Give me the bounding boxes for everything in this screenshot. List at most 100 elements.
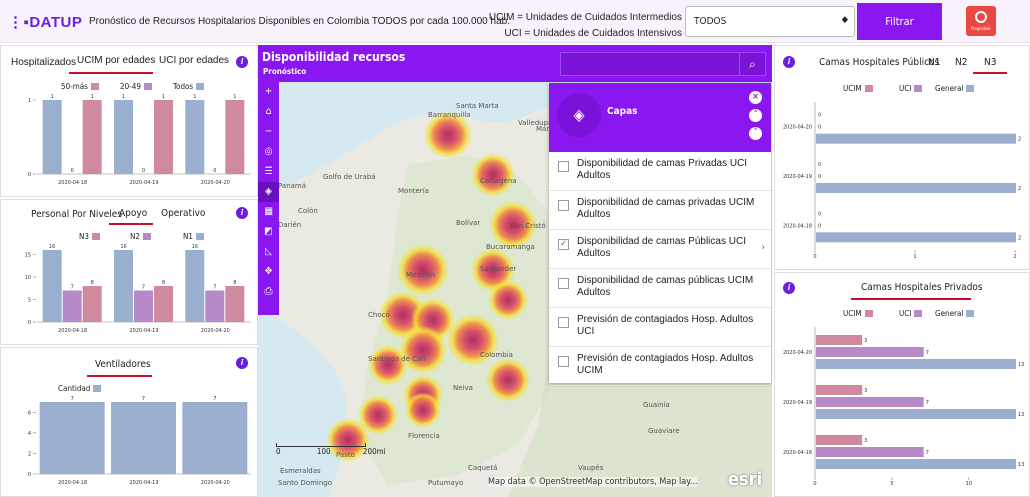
info-icon[interactable]: i [236, 56, 248, 68]
layer-checkbox[interactable] [558, 278, 569, 289]
y-tick-label: 0 [28, 472, 31, 478]
bar [42, 250, 62, 322]
map-place-label: Guaviare [648, 427, 680, 435]
data-label: 7 [71, 396, 74, 402]
layer-item[interactable]: Previsión de contagiados Hosp. Adultos U… [549, 308, 771, 347]
layer-label: Previsión de contagiados Hosp. Adultos U… [577, 353, 754, 376]
x-tick-label: 1 [913, 254, 916, 260]
tab-n3[interactable]: N3 [984, 57, 996, 68]
data-label: 8 [162, 280, 165, 286]
region-select[interactable]: TODOS ◆ [685, 6, 855, 37]
y-tick-label: 2020-04-19 [783, 174, 812, 180]
bar [816, 359, 1016, 369]
data-label: 8 [233, 280, 236, 286]
layer-item[interactable]: ✓ Disponibilidad de camas Públicas UCI Ad… [549, 230, 771, 269]
layer-item[interactable]: Disponibilidad de camas Privadas UCI Adu… [549, 152, 771, 191]
map-attribution[interactable]: Map data © OpenStreetMap contributors, M… [488, 477, 698, 487]
bar [816, 133, 1016, 144]
layer-checkbox[interactable] [558, 356, 569, 367]
title-underline [87, 375, 152, 377]
map-place-label: Florencia [408, 432, 440, 440]
legend-item: UCI [899, 84, 923, 93]
data-label: 1 [162, 94, 165, 100]
data-label: 7 [926, 400, 929, 406]
layer-label: Disponibilidad de camas públicas UCIM Ad… [577, 275, 754, 298]
filter-button[interactable]: Filtrar [857, 3, 942, 40]
chevron-up-icon[interactable]: ˄ [749, 109, 762, 122]
y-tick-label: 2020-04-18 [783, 450, 812, 456]
legend-item: Cantidad [58, 384, 102, 393]
private-beds-title: Camas Hospitales Privados [861, 282, 983, 293]
info-icon[interactable]: i [236, 207, 248, 219]
active-tab-underline [69, 72, 153, 74]
data-label: 7 [142, 396, 145, 402]
layer-item[interactable]: Disponibilidad de camas privadas UCIM Ad… [549, 191, 771, 230]
datup-logo: ⋮▪DATUP [8, 14, 83, 31]
layer-checkbox[interactable] [558, 200, 569, 211]
layer-label: Disponibilidad de camas Privadas UCI Adu… [577, 158, 748, 181]
layer-checkbox[interactable] [558, 161, 569, 172]
data-label: 13 [1018, 462, 1024, 468]
layer-checkbox[interactable] [558, 317, 569, 328]
abbreviation-legend: UCIM = Unidades de Cuidados Intermedios … [489, 10, 682, 42]
tab-n1[interactable]: N1 [928, 57, 940, 68]
layers-title: Capas [607, 106, 638, 117]
bar [154, 286, 173, 322]
y-tick-label: 2 [28, 451, 31, 457]
tab-operativo[interactable]: Operativo [161, 208, 205, 219]
layer-checkbox[interactable]: ✓ [558, 239, 569, 250]
private-beds-panel: i Camas Hospitales Privados UCIM UCI Gen… [774, 272, 1030, 497]
data-label: 1 [193, 94, 196, 100]
bar [185, 250, 205, 322]
map-place-label: Putumayo [428, 479, 463, 487]
tab-apoyo[interactable]: Apoyo [119, 208, 147, 219]
layer-item[interactable]: Disponibilidad de camas públicas UCIM Ad… [549, 269, 771, 308]
legend-item: N3 [79, 232, 100, 241]
tab-uci-por-edades[interactable]: UCI por edades [159, 55, 229, 66]
legend-item: N1 [183, 232, 204, 241]
info-icon[interactable]: i [783, 56, 795, 68]
map-place-label: Santo Domingo [278, 479, 332, 487]
x-tick-label: 2020-04-20 [201, 180, 230, 186]
partner-logo-text: Pregúntale [971, 26, 991, 31]
info-icon[interactable]: i [783, 282, 795, 294]
map-place-label: Cartagena [480, 177, 517, 185]
x-tick-label: 2020-04-18 [58, 480, 87, 486]
tab-ucim-por-edades[interactable]: UCIM por edades [77, 55, 155, 66]
map-place-label: Esmeraldas [280, 467, 321, 475]
data-label: 0 [142, 168, 145, 174]
heat-point [488, 280, 528, 320]
y-tick-label: 6 [28, 410, 31, 416]
info-icon[interactable]: i [236, 357, 248, 369]
ventiladores-chart: 0 2 4 6 7 2020-04-18 7 2020-04-19 7 2020-04-20 [28, 396, 251, 486]
page-title: Pronóstico de Recursos Hospitalarios Dis… [89, 16, 510, 27]
map-place-label: Bolívar [456, 219, 480, 227]
data-label: 1 [91, 94, 94, 100]
bar [816, 435, 863, 445]
bar [185, 100, 205, 174]
legend-item: General [935, 309, 975, 318]
data-label: 7 [926, 350, 929, 356]
tab-n2[interactable]: N2 [955, 57, 967, 68]
data-label: 7 [213, 396, 216, 402]
layer-item[interactable]: Previsión de contagiados Hosp. Adultos U… [549, 347, 771, 386]
x-tick-label: 0 [813, 481, 816, 487]
close-icon[interactable]: × [749, 91, 762, 104]
y-tick-label: 5 [28, 298, 31, 304]
bar [816, 183, 1016, 193]
map-place-label: San Cristó [510, 222, 546, 230]
partner-logo[interactable]: Pregúntale [966, 6, 996, 36]
data-label: 2 [1018, 186, 1021, 192]
data-label: 2 [1018, 235, 1021, 241]
chevron-down-icon[interactable]: ˅ [749, 127, 762, 140]
bar [111, 402, 176, 474]
select-arrows-icon: ◆ [841, 15, 848, 25]
y-tick-label: 10 [25, 275, 31, 281]
data-label: 0 [818, 125, 821, 131]
tab-hospitalizados[interactable]: Hospitalizados [11, 57, 76, 68]
map-place-label: Santiago de Cali [368, 355, 425, 363]
map-view[interactable]: Disponibilidad recursos Pronóstico ⌕ + ⌂… [258, 45, 772, 497]
layer-label: Disponibilidad de camas privadas UCIM Ad… [577, 197, 755, 220]
heat-point [368, 345, 408, 385]
chevron-right-icon[interactable]: › [761, 242, 765, 253]
